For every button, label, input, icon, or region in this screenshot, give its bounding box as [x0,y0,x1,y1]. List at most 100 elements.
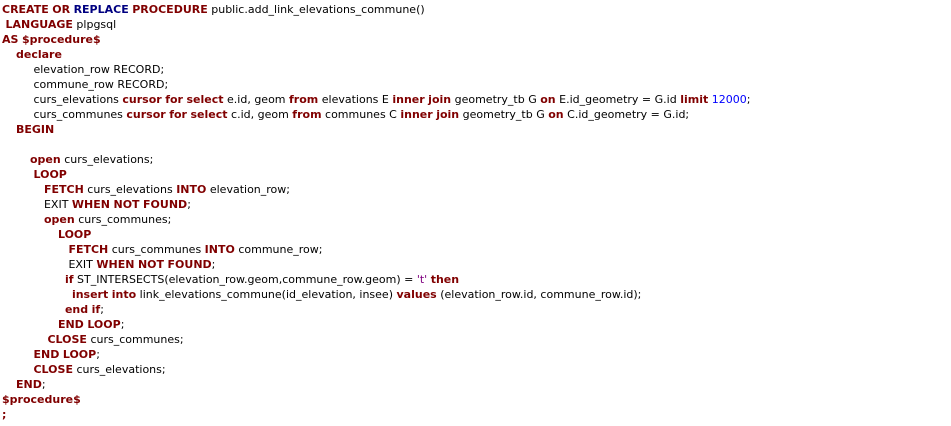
code-line: end if; [2,302,750,317]
code-text: communes C [321,108,401,121]
code-line: ; [2,407,750,422]
code-line: CREATE OR REPLACE PROCEDURE public.add_l… [2,2,750,17]
code-keyword: FOUND [167,258,212,271]
code-text: curs_communes [33,108,127,121]
code-line: curs_communes cursor for select c.id, ge… [2,107,750,122]
code-keyword: END [57,318,84,331]
code-text: e.id, geom [223,93,290,106]
code-text: ; [96,348,100,361]
code-keyword: for [165,93,183,106]
code-keyword: END [16,378,42,391]
code-keyword: PROCEDURE [132,3,208,16]
code-keyword: end [64,303,89,316]
code-keyword: BEGIN [16,123,55,136]
code-text: link_elevations_commune(id_elevation, in… [136,288,397,301]
code-keyword: FETCH [68,243,109,256]
code-text: C.id_geometry = G.id; [563,108,690,121]
code-text: elevation_row; [206,183,290,196]
code-line: EXIT WHEN NOT FOUND; [2,197,750,212]
code-keyword: REPLACE [73,3,129,16]
code-keyword: if [64,273,74,286]
code-keyword: select [190,108,228,121]
code-text: c.id, geom [227,108,293,121]
code-keyword: from [289,93,319,106]
code-line: commune_row RECORD; [2,77,750,92]
code-keyword: CLOSE [47,333,87,346]
code-keyword: LANGUAGE [5,18,73,31]
code-line: $procedure$ [2,392,750,407]
code-keyword: WHEN [96,258,135,271]
code-keyword: cursor [126,108,166,121]
code-text: ; [120,318,125,331]
code-text: ; [187,198,191,211]
code-keyword: LOOP [87,318,121,331]
code-line: LOOP [2,167,750,182]
code-line: END LOOP; [2,347,750,362]
code-keyword: ; [2,408,7,421]
code-text: curs_communes; [74,213,172,226]
code-keyword: END [33,348,60,361]
code-keyword: CREATE [2,3,49,16]
code-keyword: FOUND [143,198,188,211]
code-keyword: if [91,303,101,316]
code-text: geometry_tb G [459,108,549,121]
code-line: FETCH curs_elevations INTO elevation_row… [2,182,750,197]
code-keyword: inner [392,93,425,106]
code-line: open curs_communes; [2,212,750,227]
code-text: curs_communes [108,243,205,256]
code-text: curs_elevations [33,93,123,106]
code-line: AS $procedure$ [2,32,750,47]
code-line: END; [2,377,750,392]
code-text: plpgsql [72,18,117,31]
code-text: elevations E [318,93,393,106]
code-keyword: insert [71,288,109,301]
code-text: geometry_tb G [451,93,541,106]
code-text: commune_row RECORD; [33,78,169,91]
code-keyword: INTO [204,243,235,256]
code-text: (elevation_row.id, commune_row.id); [436,288,642,301]
code-line: open curs_elevations; [2,152,750,167]
code-keyword: cursor [122,93,162,106]
code-keyword: FETCH [43,183,84,196]
code-line: insert into link_elevations_commune(id_e… [2,287,750,302]
code-keyword: then [430,273,460,286]
code-text: elevation_row RECORD; [33,63,165,76]
code-line: LOOP [2,227,750,242]
code-text: E.id_geometry = G.id [555,93,681,106]
code-line: LANGUAGE plpgsql [2,17,750,32]
code-keyword: for [169,108,187,121]
code-keyword: AS [2,33,19,46]
code-line: if ST_INTERSECTS(elevation_row.geom,comm… [2,272,750,287]
code-keyword: NOT [137,258,165,271]
code-text: ; [100,303,104,316]
code-line: declare [2,47,750,62]
code-keyword: declare [16,48,62,61]
code-keyword: on [540,93,556,106]
sql-code-editor[interactable]: CREATE OR REPLACE PROCEDURE public.add_l… [0,0,951,426]
code-keyword: join [436,108,460,121]
code-text: ; [746,93,751,106]
code-keyword: LOOP [33,168,67,181]
code-keyword: open [29,153,61,166]
code-keyword: OR [52,3,71,16]
code-keyword: into [111,288,137,301]
code-keyword: inner [400,108,433,121]
code-keyword: limit [680,93,709,106]
code-text: ST_INTERSECTS(elevation_row.geom,commune… [73,273,417,286]
